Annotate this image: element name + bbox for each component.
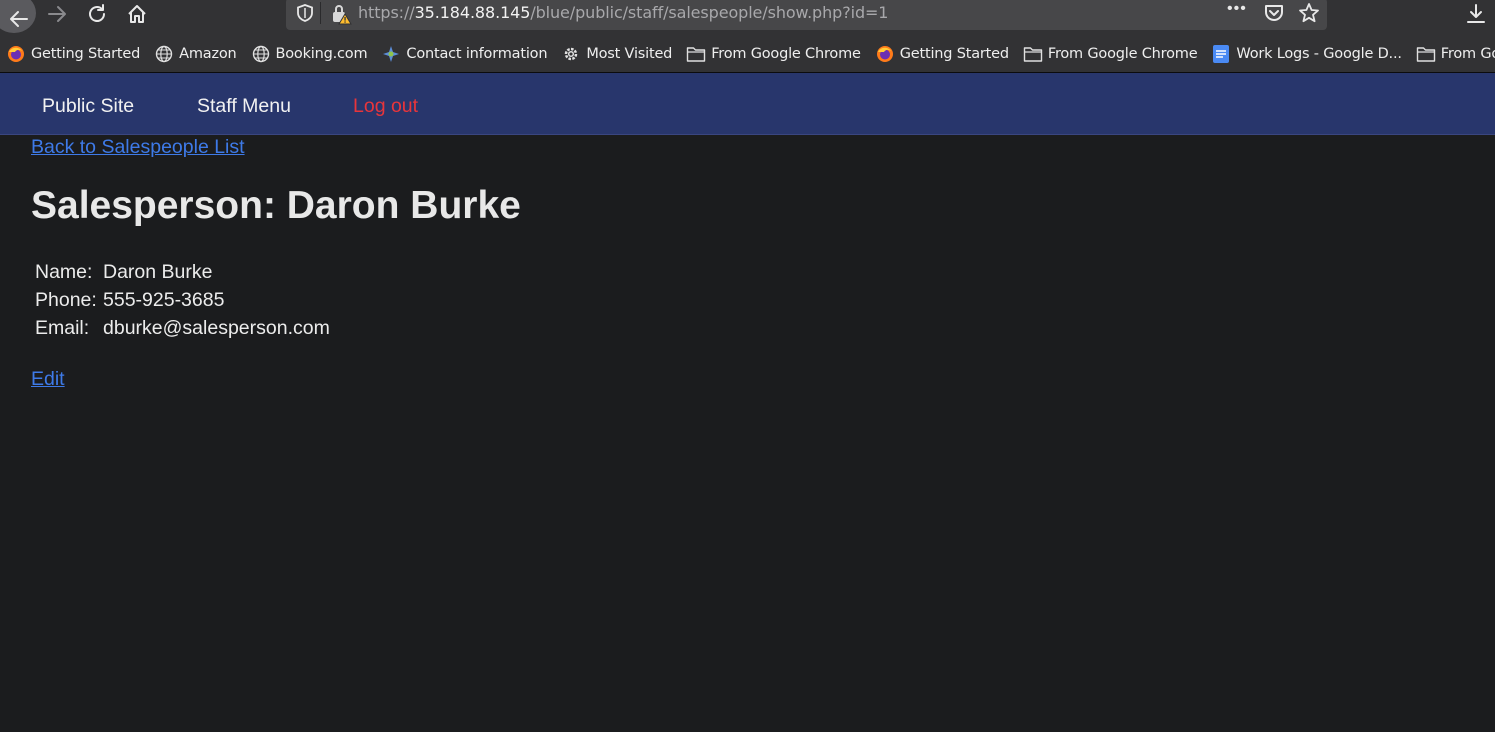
url-separator xyxy=(320,2,321,24)
reload-icon xyxy=(89,4,105,22)
globe-icon xyxy=(154,44,174,64)
url-text[interactable]: https://35.184.88.145/blue/public/staff/… xyxy=(358,3,888,22)
page-title: Salesperson: Daron Burke xyxy=(31,184,521,227)
bookmark-label: Getting Started xyxy=(899,46,1009,62)
bookmark-folder[interactable]: From Google C xyxy=(1410,41,1495,67)
back-to-list-link[interactable]: Back to Salespeople List xyxy=(31,136,245,159)
bookmark-item[interactable]: Getting Started xyxy=(0,41,148,67)
bookmark-label: From Google Chrome xyxy=(711,46,861,62)
download-icon xyxy=(1467,4,1485,23)
browser-toolbar: https://35.184.88.145/blue/public/staff/… xyxy=(0,0,1495,36)
bookmark-label: Work Logs - Google D... xyxy=(1236,46,1402,62)
downloads-button[interactable] xyxy=(1464,0,1488,28)
bookmarks-bar: Getting Started Amazon Booking.com Conta… xyxy=(0,36,1495,73)
insecure-lock-icon[interactable] xyxy=(330,3,352,30)
bookmark-label: Most Visited xyxy=(586,46,673,62)
bookmark-label: From Google Chrome xyxy=(1047,46,1198,62)
detail-label: Phone: xyxy=(35,289,97,311)
arrow-left-icon xyxy=(10,11,28,27)
detail-value: Daron Burke xyxy=(103,261,213,283)
detail-label: Name: xyxy=(35,261,93,283)
bookmark-folder[interactable]: From Google Chrome xyxy=(680,41,869,67)
url-path: /blue/public/staff/salespeople/show.php?… xyxy=(530,3,889,22)
bookmark-item[interactable]: Work Logs - Google D... xyxy=(1205,41,1409,67)
bookmark-item[interactable]: Booking.com xyxy=(245,41,376,67)
home-icon xyxy=(128,5,146,23)
bookmark-item[interactable]: Most Visited xyxy=(555,41,680,67)
bookmark-item[interactable]: Amazon xyxy=(148,41,244,67)
url-host: 35.184.88.145 xyxy=(414,3,531,22)
edit-link[interactable]: Edit xyxy=(31,368,65,391)
salesperson-details: Name: Daron Burke Phone: 555-925-3685 Em… xyxy=(35,261,330,345)
detail-value: 555-925-3685 xyxy=(103,289,225,311)
shield-icon[interactable] xyxy=(296,3,314,28)
firefox-icon xyxy=(6,44,26,64)
detail-row-phone: Phone: 555-925-3685 xyxy=(35,289,330,317)
bookmark-label: Getting Started xyxy=(31,46,141,62)
bookmark-item[interactable]: Contact information xyxy=(375,41,555,67)
bookmark-label: From Google C xyxy=(1440,46,1495,62)
page-actions-menu-button[interactable]: ••• xyxy=(1227,0,1247,18)
firefox-icon xyxy=(875,44,895,64)
bookmark-label: Amazon xyxy=(179,46,237,62)
bookmark-item[interactable]: Getting Started xyxy=(869,41,1017,67)
nav-logout[interactable]: Log out xyxy=(353,95,418,118)
reload-button[interactable] xyxy=(86,0,108,28)
bookmark-star-icon[interactable] xyxy=(1297,1,1321,30)
docs-icon xyxy=(1211,44,1231,64)
globe-icon xyxy=(251,44,271,64)
gear-icon xyxy=(561,44,581,64)
url-bar[interactable]: https://35.184.88.145/blue/public/staff/… xyxy=(286,0,1327,30)
detail-label: Email: xyxy=(35,317,90,339)
nav-staff-menu[interactable]: Staff Menu xyxy=(197,95,291,118)
site-nav: Public Site Staff Menu Log out xyxy=(0,73,1495,135)
folder-icon xyxy=(1416,44,1436,64)
pocket-icon[interactable] xyxy=(1263,2,1285,29)
nav-public-site[interactable]: Public Site xyxy=(42,95,134,118)
url-scheme: https:// xyxy=(358,3,415,22)
bookmark-folder[interactable]: From Google Chrome xyxy=(1017,41,1206,67)
home-button[interactable] xyxy=(126,0,148,28)
puzzle-icon xyxy=(381,44,401,64)
folder-icon xyxy=(1023,44,1043,64)
detail-row-name: Name: Daron Burke xyxy=(35,261,330,289)
back-button[interactable] xyxy=(0,0,36,33)
forward-button[interactable] xyxy=(44,0,70,28)
folder-icon xyxy=(686,44,706,64)
arrow-right-icon xyxy=(48,6,66,22)
bookmark-label: Booking.com xyxy=(275,46,368,62)
bookmark-label: Contact information xyxy=(406,46,548,62)
detail-value: dburke@salesperson.com xyxy=(103,317,330,339)
detail-row-email: Email: dburke@salesperson.com xyxy=(35,317,330,345)
